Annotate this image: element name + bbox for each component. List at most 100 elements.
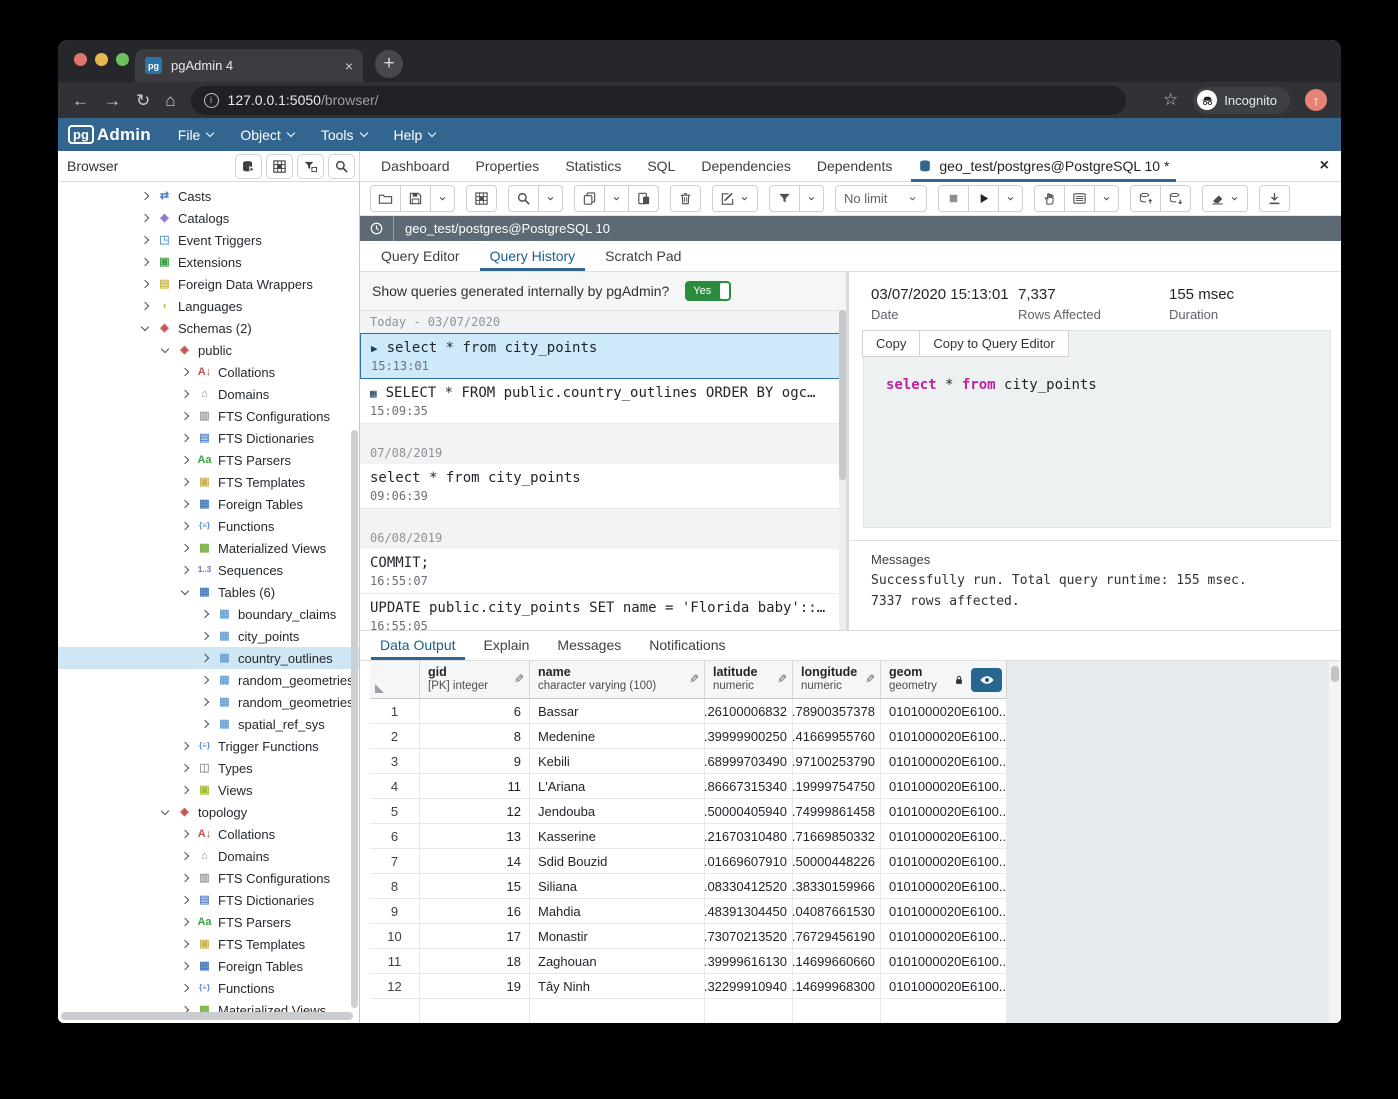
table-row[interactable] bbox=[370, 999, 1007, 1023]
table-cell[interactable]: Kebili bbox=[530, 749, 705, 773]
tree-item-views[interactable]: ▣Views bbox=[58, 779, 359, 801]
chevron-right-icon[interactable] bbox=[201, 632, 209, 640]
cancel-query-button[interactable] bbox=[938, 185, 969, 212]
chevron-right-icon[interactable] bbox=[181, 764, 189, 772]
edit-column-icon[interactable]: ✎ bbox=[514, 672, 524, 686]
chevron-right-icon[interactable] bbox=[181, 984, 189, 992]
tree-item-extensions[interactable]: ▣Extensions bbox=[58, 251, 359, 273]
tab-sql[interactable]: SQL bbox=[634, 158, 688, 174]
chevron-right-icon[interactable] bbox=[141, 192, 149, 200]
new-tab-button[interactable]: + bbox=[375, 50, 403, 78]
chevron-right-icon[interactable] bbox=[181, 434, 189, 442]
back-icon[interactable]: ← bbox=[72, 92, 89, 109]
table-cell[interactable]: 9.50000448226 bbox=[793, 849, 881, 873]
row-number-header[interactable] bbox=[370, 661, 420, 699]
table-cell[interactable]: 0101000020E6100... bbox=[881, 724, 1007, 748]
table-cell[interactable]: .26100006832 bbox=[705, 699, 793, 723]
table-cell[interactable]: 6.14699968300 bbox=[793, 974, 881, 998]
table-row[interactable]: 512Jendouba.500004059408.749998614580101… bbox=[370, 799, 1007, 824]
table-cell[interactable]: 13 bbox=[420, 824, 530, 848]
menu-help[interactable]: Help bbox=[394, 127, 436, 143]
table-cell[interactable]: 0.19999754750 bbox=[793, 774, 881, 798]
chevron-down-icon[interactable] bbox=[161, 807, 169, 815]
table-cell[interactable]: .39999616130 bbox=[705, 949, 793, 973]
refresh-tree-button[interactable] bbox=[235, 154, 262, 179]
table-cell[interactable]: 0101000020E6100... bbox=[881, 924, 1007, 948]
tree-item-spatial-ref-sys[interactable]: ▦spatial_ref_sys bbox=[58, 713, 359, 735]
column-header-longitude[interactable]: longitudenumeric ✎ bbox=[793, 661, 881, 699]
table-cell[interactable]: 15 bbox=[420, 874, 530, 898]
table-row[interactable]: 39Kebili.689997034908.971002537900101000… bbox=[370, 749, 1007, 774]
table-cell[interactable]: Bassar bbox=[530, 699, 705, 723]
table-cell[interactable]: Kasserine bbox=[530, 824, 705, 848]
chevron-right-icon[interactable] bbox=[181, 566, 189, 574]
table-cell[interactable]: .21670310480 bbox=[705, 824, 793, 848]
execute-query-button[interactable] bbox=[968, 185, 999, 212]
edit-column-icon[interactable]: ✎ bbox=[777, 672, 787, 686]
edit-column-icon[interactable]: ✎ bbox=[865, 672, 875, 686]
tree-item-public[interactable]: ◈public bbox=[58, 339, 359, 361]
table-cell[interactable]: Siliana bbox=[530, 874, 705, 898]
filter-options-dropdown[interactable] bbox=[799, 185, 824, 212]
table-cell[interactable]: 12 bbox=[420, 799, 530, 823]
chevron-right-icon[interactable] bbox=[201, 676, 209, 684]
tree-item-foreign-tables[interactable]: ▦Foreign Tables bbox=[58, 955, 359, 977]
menu-tools[interactable]: Tools bbox=[321, 127, 367, 143]
close-tab-icon[interactable]: × bbox=[345, 58, 353, 74]
table-cell[interactable]: .73070213520 bbox=[705, 924, 793, 948]
table-cell[interactable]: 6 bbox=[420, 699, 530, 723]
table-cell[interactable]: 9.38330159966 bbox=[793, 874, 881, 898]
tree-item-boundary-claims[interactable]: ▦boundary_claims bbox=[58, 603, 359, 625]
chevron-right-icon[interactable] bbox=[181, 962, 189, 970]
table-cell[interactable]: 0.78900357378 bbox=[793, 699, 881, 723]
find-options-dropdown[interactable] bbox=[538, 185, 563, 212]
tree-item-fts-dictionaries[interactable]: ▤FTS Dictionaries bbox=[58, 427, 359, 449]
chevron-right-icon[interactable] bbox=[181, 456, 189, 464]
download-csv-button[interactable] bbox=[1259, 185, 1290, 212]
tree-item-random-geometries[interactable]: ▦random_geometries bbox=[58, 669, 359, 691]
table-row[interactable]: 613Kasserine.216703104808.71669850332010… bbox=[370, 824, 1007, 849]
tree-item-sequences[interactable]: 1..3Sequences bbox=[58, 559, 359, 581]
table-cell[interactable]: .68999703490 bbox=[705, 749, 793, 773]
table-cell[interactable]: 6 bbox=[370, 824, 420, 848]
table-cell[interactable]: 19 bbox=[420, 974, 530, 998]
tree-item-schemas-2[interactable]: ◈Schemas (2) bbox=[58, 317, 359, 339]
tree-item-domains[interactable]: ⌂Domains bbox=[58, 383, 359, 405]
chevron-down-icon[interactable] bbox=[161, 345, 169, 353]
tree-item-collations[interactable]: A↓Collations bbox=[58, 823, 359, 845]
tab-messages[interactable]: Messages bbox=[543, 631, 635, 660]
chevron-right-icon[interactable] bbox=[201, 610, 209, 618]
tree-item-random-geometries[interactable]: ▦random_geometries bbox=[58, 691, 359, 713]
delete-button[interactable] bbox=[670, 185, 701, 212]
tab-properties[interactable]: Properties bbox=[463, 158, 553, 174]
table-cell[interactable]: 0101000020E6100... bbox=[881, 949, 1007, 973]
tree-item-country-outlines[interactable]: ▦country_outlines bbox=[58, 647, 359, 669]
table-row[interactable]: 714Sdid Bouzid.016696079109.500004482260… bbox=[370, 849, 1007, 874]
table-row[interactable]: 411L'Ariana.866673153400.199997547500101… bbox=[370, 774, 1007, 799]
table-cell[interactable]: Jendouba bbox=[530, 799, 705, 823]
table-cell[interactable]: 8 bbox=[370, 874, 420, 898]
table-cell[interactable]: 9 bbox=[420, 749, 530, 773]
copy-button[interactable] bbox=[574, 185, 605, 212]
table-cell[interactable]: 0101000020E6100... bbox=[881, 774, 1007, 798]
table-cell[interactable]: .01669607910 bbox=[705, 849, 793, 873]
column-header-geom[interactable]: geomgeometry bbox=[881, 661, 1007, 699]
table-cell[interactable]: 0101000020E6100... bbox=[881, 874, 1007, 898]
save-file-button[interactable] bbox=[400, 185, 431, 212]
chevron-right-icon[interactable] bbox=[181, 786, 189, 794]
table-cell[interactable]: 8.74999861458 bbox=[793, 799, 881, 823]
table-row[interactable]: 1219Tây Ninh.322999109406.14699968300010… bbox=[370, 974, 1007, 999]
tree-item-collations[interactable]: A↓Collations bbox=[58, 361, 359, 383]
sidebar-vertical-scrollbar[interactable] bbox=[351, 430, 358, 1008]
table-cell[interactable]: Sdid Bouzid bbox=[530, 849, 705, 873]
grid-vertical-scrollbar[interactable] bbox=[1329, 661, 1341, 1023]
bookmark-star-icon[interactable]: ☆ bbox=[1163, 90, 1178, 110]
table-cell[interactable]: 0.41669955760 bbox=[793, 724, 881, 748]
filtered-rows-button[interactable] bbox=[297, 154, 324, 179]
history-entry[interactable]: COMMIT;16:55:07 bbox=[360, 549, 846, 594]
tab-dashboard[interactable]: Dashboard bbox=[368, 158, 463, 174]
tree-item-fts-configurations[interactable]: ▥FTS Configurations bbox=[58, 405, 359, 427]
table-cell[interactable]: 1 bbox=[370, 699, 420, 723]
reload-icon[interactable]: ↻ bbox=[136, 92, 150, 109]
open-file-button[interactable] bbox=[370, 185, 401, 212]
